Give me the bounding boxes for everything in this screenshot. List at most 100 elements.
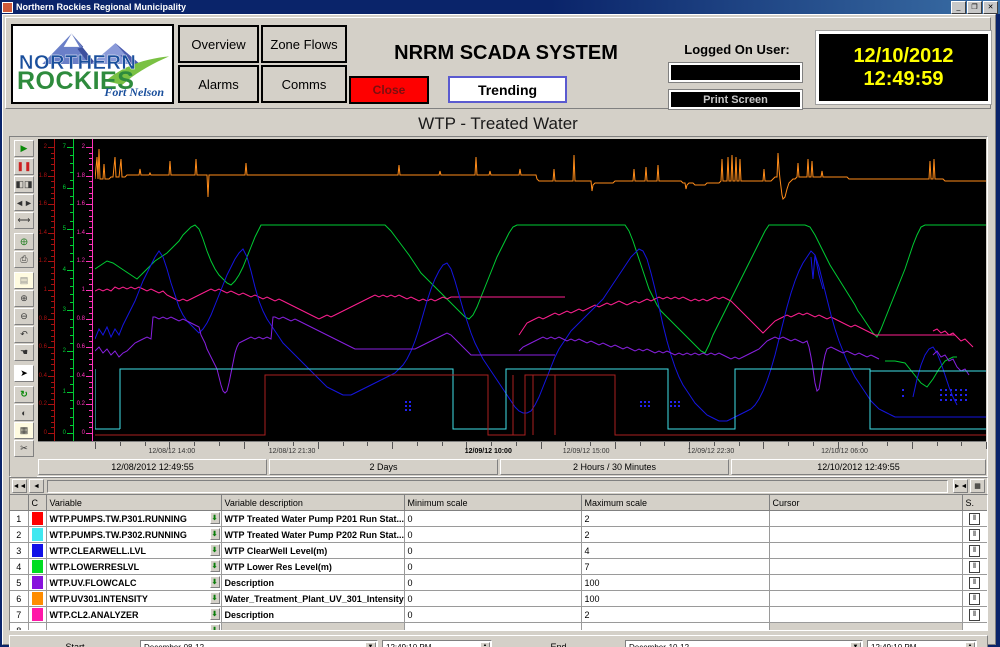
maximum-scale[interactable]: 100 [581,575,769,591]
minimum-scale[interactable]: 0 [404,527,581,543]
scale-cell[interactable]: ⦀ [962,607,987,623]
series-color-swatch[interactable] [28,543,46,559]
undo-zoom-icon[interactable]: ↶ [14,326,34,343]
variable-name[interactable]: WTP.PUMPS.TW.P302.RUNNING⬇ [46,527,221,543]
table-row[interactable]: 6WTP.UV301.INTENSITY⬇Water_Treatment_Pla… [10,591,987,607]
expand-horizontal-icon[interactable]: ◧◨ [14,176,34,193]
variable-picker-icon[interactable]: ⬇ [210,624,220,631]
pause-icon[interactable]: ❚❚ [14,158,34,175]
minimum-scale[interactable]: 0 [404,543,581,559]
variable-name[interactable]: WTP.UV301.INTENSITY⬇ [46,591,221,607]
scale-cell[interactable]: ⦀ [962,543,987,559]
nav-button-zone-flows[interactable]: Zone Flows [261,25,347,63]
clock-icon[interactable]: ◐ [14,404,34,421]
variable-name[interactable]: WTP.CLEARWELL.LVL⬇ [46,543,221,559]
series-color-swatch[interactable] [28,527,46,543]
scale-cell[interactable]: ⦀ [962,511,987,527]
nav-button-overview[interactable]: Overview [178,25,259,63]
print-preview-icon[interactable]: ⎙ [14,251,34,268]
tools-icon[interactable]: ✂ [14,440,34,457]
ruler-icon[interactable]: ⦀ [969,529,980,541]
refresh-globe-icon[interactable]: 🜨 [14,233,34,250]
notes-icon[interactable]: ▤ [14,272,34,289]
variable-name[interactable]: WTP.PUMPS.TW.P301.RUNNING⬇ [46,511,221,527]
zoom-in-icon[interactable]: ⊕ [14,290,34,307]
nav-button-close[interactable]: Close [349,76,429,104]
chevron-down-icon-end[interactable]: ▼ [850,642,861,647]
nav-button-alarms[interactable]: Alarms [178,65,259,103]
start-time-field[interactable]: 12:49:10 PM ▲▼ [382,640,492,647]
variable-name[interactable]: WTP.UV.FLOWCALC⬇ [46,575,221,591]
variable-picker-icon[interactable]: ⬇ [210,544,220,556]
first-page-button[interactable]: ◄◄ [12,479,27,493]
ruler-icon[interactable]: ⦀ [969,577,980,589]
table-row[interactable]: 5WTP.UV.FLOWCALC⬇Description0100⦀ [10,575,987,591]
zoom-out-icon[interactable]: ⊖ [14,308,34,325]
end-date-combo[interactable]: December-10-12 ▼ [625,640,863,647]
play-icon[interactable]: ▶ [14,140,34,157]
chevron-down-icon[interactable]: ▼ [365,642,376,647]
series-color-swatch[interactable] [28,511,46,527]
pan-hand-icon[interactable]: ☚ [14,344,34,361]
previous-page-button[interactable]: ◄ [29,479,44,493]
next-page-button[interactable]: ►◄ [953,479,968,493]
minimum-scale[interactable] [404,623,581,632]
select-range-icon[interactable]: ⟷ [14,212,34,229]
pointer-arrow-icon[interactable]: ➤ [14,365,34,382]
maximum-scale[interactable]: 2 [581,527,769,543]
maximum-scale[interactable]: 4 [581,543,769,559]
trending-button[interactable]: Trending [448,76,567,103]
minimize-button[interactable]: _ [951,1,966,14]
series-color-swatch[interactable] [28,575,46,591]
scale-cell[interactable]: ⦀ [962,591,987,607]
variable-picker-icon[interactable]: ⬇ [210,528,220,540]
maximum-scale[interactable]: 2 [581,607,769,623]
variable-name[interactable]: ⬇ [46,623,221,632]
variable-picker-icon[interactable]: ⬇ [210,592,220,604]
nav-button-comms[interactable]: Comms [261,65,347,103]
ruler-icon[interactable]: ⦀ [969,513,980,525]
variable-picker-icon[interactable]: ⬇ [210,576,220,588]
reload-icon[interactable]: ↻ [14,386,34,403]
variable-picker-icon[interactable]: ⬇ [210,560,220,572]
table-row[interactable]: 1WTP.PUMPS.TW.P301.RUNNING⬇WTP Treated W… [10,511,987,527]
ruler-icon[interactable]: ⦀ [969,545,980,557]
grid-icon[interactable]: ▦ [14,422,34,439]
table-row[interactable]: 8⬇ [10,623,987,632]
series-color-swatch[interactable] [28,607,46,623]
series-color-swatch[interactable] [28,559,46,575]
table-row[interactable]: 7WTP.CL2.ANALYZER⬇Description02⦀ [10,607,987,623]
scale-cell[interactable]: ⦀ [962,559,987,575]
minimum-scale[interactable]: 0 [404,511,581,527]
ruler-icon[interactable]: ⦀ [969,593,980,605]
ruler-icon[interactable]: ⦀ [969,561,980,573]
start-date-combo[interactable]: December-08-12 ▼ [140,640,378,647]
trend-plot-area[interactable]: 00.20.40.60.811.21.41.61.820123456700.20… [38,139,986,441]
ruler-icon[interactable]: ⦀ [969,609,980,621]
scale-cell[interactable]: ⦀ [962,575,987,591]
start-time-stepper[interactable]: ▲▼ [480,642,490,647]
end-time-field[interactable]: 12:49:10 PM ▲▼ [867,640,977,647]
grid-view-button[interactable]: ▦ [970,479,985,493]
table-row[interactable]: 4WTP.LOWERRESLVL⬇WTP Lower Res Level(m)0… [10,559,987,575]
variable-picker-icon[interactable]: ⬇ [210,512,220,524]
minimum-scale[interactable]: 0 [404,607,581,623]
minimum-scale[interactable]: 0 [404,559,581,575]
table-row[interactable]: 2WTP.PUMPS.TW.P302.RUNNING⬇WTP Treated W… [10,527,987,543]
series-color-swatch[interactable] [28,591,46,607]
scale-cell[interactable] [962,623,987,632]
scale-cell[interactable]: ⦀ [962,527,987,543]
maximum-scale[interactable]: 7 [581,559,769,575]
maximum-scale[interactable] [581,623,769,632]
maximum-scale[interactable]: 100 [581,591,769,607]
variable-name[interactable]: WTP.LOWERRESLVL⬇ [46,559,221,575]
print-screen-button[interactable]: Print Screen [669,90,802,109]
table-row[interactable]: 3WTP.CLEARWELL.LVL⬇WTP ClearWell Level(m… [10,543,987,559]
close-window-button[interactable]: ✕ [983,1,998,14]
variable-picker-icon[interactable]: ⬇ [210,608,220,620]
end-time-stepper[interactable]: ▲▼ [965,642,975,647]
series-color-swatch[interactable] [28,623,46,632]
maximize-button[interactable]: ❐ [967,1,982,14]
maximum-scale[interactable]: 2 [581,511,769,527]
trend-scroll-track[interactable] [47,480,948,493]
